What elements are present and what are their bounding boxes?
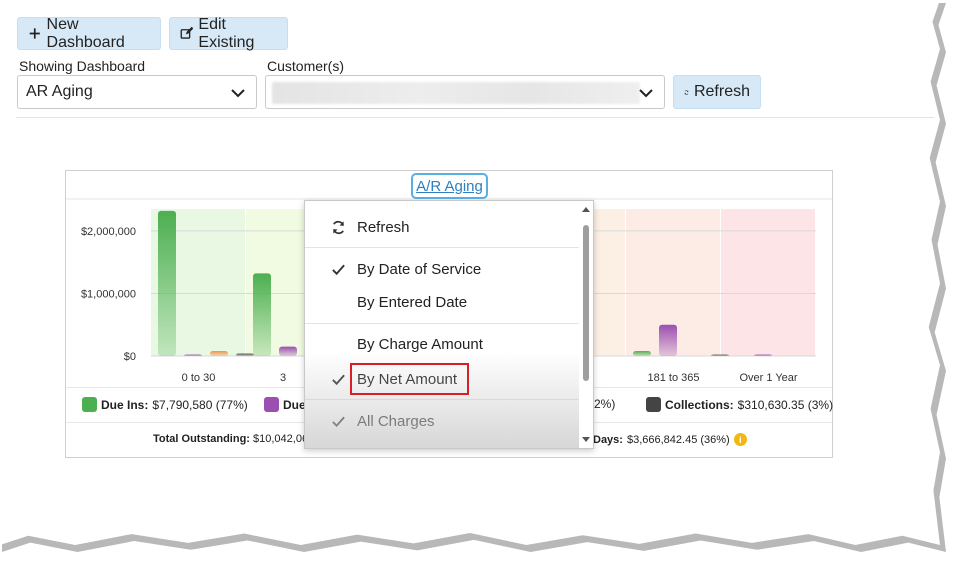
customer-select-label: Customer(s) bbox=[267, 58, 345, 74]
menu-item-by-entered-date[interactable]: By Entered Date bbox=[305, 286, 581, 318]
refresh-icon bbox=[684, 89, 689, 95]
legend-swatch bbox=[264, 397, 279, 412]
scroll-up-arrow-icon[interactable] bbox=[582, 207, 590, 212]
bar bbox=[184, 354, 202, 356]
legend-item-partial: 2%) bbox=[594, 397, 615, 411]
menu-divider bbox=[305, 399, 581, 400]
menu-item-label: Refresh bbox=[357, 218, 410, 236]
days-label: Days: bbox=[593, 433, 623, 446]
edit-existing-label: Edit Existing bbox=[198, 15, 255, 51]
total-value: $10,042,06 bbox=[253, 433, 309, 445]
menu-item-by-charge-amount[interactable]: By Charge Amount bbox=[305, 328, 581, 360]
total-outstanding: Total Outstanding: $10,042,06 bbox=[153, 433, 308, 445]
customer-select[interactable] bbox=[265, 75, 665, 109]
y-tick-label: $0 bbox=[124, 351, 136, 363]
x-tick-label: 181 to 365 bbox=[648, 372, 700, 384]
dashboard-select-value: AR Aging bbox=[26, 83, 93, 100]
bar bbox=[158, 210, 176, 356]
y-tick-label: $1,000,000 bbox=[81, 288, 136, 300]
edit-icon bbox=[180, 26, 194, 39]
refresh-button[interactable]: Refresh bbox=[673, 75, 761, 109]
legend-value: 2%) bbox=[594, 397, 616, 411]
legend-name: Due bbox=[283, 397, 306, 412]
menu-item-label: By Entered Date bbox=[357, 293, 468, 311]
total-label: Total Outstanding: bbox=[153, 433, 250, 445]
menu-divider bbox=[305, 323, 581, 324]
info-icon[interactable]: i bbox=[733, 433, 747, 446]
days-value: $3,666,842.45 (36%) bbox=[626, 433, 730, 446]
x-tick-label: Over 1 Year bbox=[739, 372, 797, 384]
edit-existing-button[interactable]: Edit Existing bbox=[169, 15, 288, 51]
menu-item-all-charges[interactable]: All Charges bbox=[305, 405, 581, 437]
highlight-annotation-box bbox=[350, 363, 469, 395]
menu-scrollbar[interactable] bbox=[579, 201, 593, 448]
legend-value: $310,630.35 (3%) bbox=[737, 397, 834, 412]
refresh-label: Refresh bbox=[693, 83, 750, 100]
new-dashboard-label: New Dashboard bbox=[46, 15, 125, 51]
legend-item-collections[interactable]: Collections: $310,630.35 (3%) bbox=[646, 397, 833, 412]
legend-item-due-ins[interactable]: Due Ins: $7,790,580 (77%) bbox=[82, 397, 248, 412]
refresh-icon bbox=[332, 220, 345, 234]
legend-name: Collections: bbox=[665, 397, 734, 412]
dashboard-select-label: Showing Dashboard bbox=[19, 58, 146, 74]
menu-item-label: All Charges bbox=[357, 412, 435, 430]
legend-swatch bbox=[646, 397, 661, 412]
legend-name: Due Ins: bbox=[101, 397, 149, 412]
page-canvas: New Dashboard Edit Existing Showing Dash… bbox=[0, 0, 940, 545]
bar bbox=[253, 273, 271, 356]
legend-item-due[interactable]: Due bbox=[264, 397, 306, 412]
dashboard-select[interactable]: AR Aging bbox=[17, 75, 257, 109]
x-tick-label: 3 bbox=[280, 372, 286, 384]
menu-item-by-date-of-service[interactable]: By Date of Service bbox=[305, 253, 581, 285]
check-icon bbox=[332, 264, 345, 275]
chevron-down-icon bbox=[231, 89, 245, 98]
check-icon bbox=[332, 416, 345, 427]
bar bbox=[279, 346, 297, 356]
new-dashboard-button[interactable]: New Dashboard bbox=[17, 15, 161, 51]
check-icon bbox=[332, 374, 345, 385]
menu-item-refresh[interactable]: Refresh bbox=[305, 211, 581, 243]
bar bbox=[633, 350, 651, 356]
chevron-down-icon bbox=[639, 89, 653, 98]
menu-item-label: By Charge Amount bbox=[357, 335, 483, 353]
x-tick-label: 0 to 30 bbox=[182, 372, 216, 384]
chart-title-link[interactable]: A/R Aging bbox=[411, 173, 488, 199]
chart-options-menu: Refresh By Date of Service By Entered Da… bbox=[304, 200, 594, 449]
legend-value: $7,790,580 (77%) bbox=[152, 397, 248, 412]
scroll-thumb[interactable] bbox=[583, 225, 589, 381]
menu-item-label: By Date of Service bbox=[357, 260, 482, 278]
bar bbox=[236, 353, 254, 356]
bar bbox=[210, 350, 228, 356]
bar bbox=[711, 354, 729, 356]
plus-icon bbox=[29, 28, 40, 39]
y-tick-label: $2,000,000 bbox=[81, 226, 136, 238]
scroll-down-arrow-icon[interactable] bbox=[582, 437, 590, 442]
menu-divider bbox=[305, 247, 581, 248]
bar bbox=[754, 354, 772, 356]
days-summary: Days: $3,666,842.45 (36%) i bbox=[593, 433, 747, 446]
divider bbox=[16, 117, 934, 118]
legend-swatch bbox=[82, 397, 97, 412]
customer-value-redacted bbox=[272, 82, 640, 104]
bar bbox=[659, 324, 677, 356]
